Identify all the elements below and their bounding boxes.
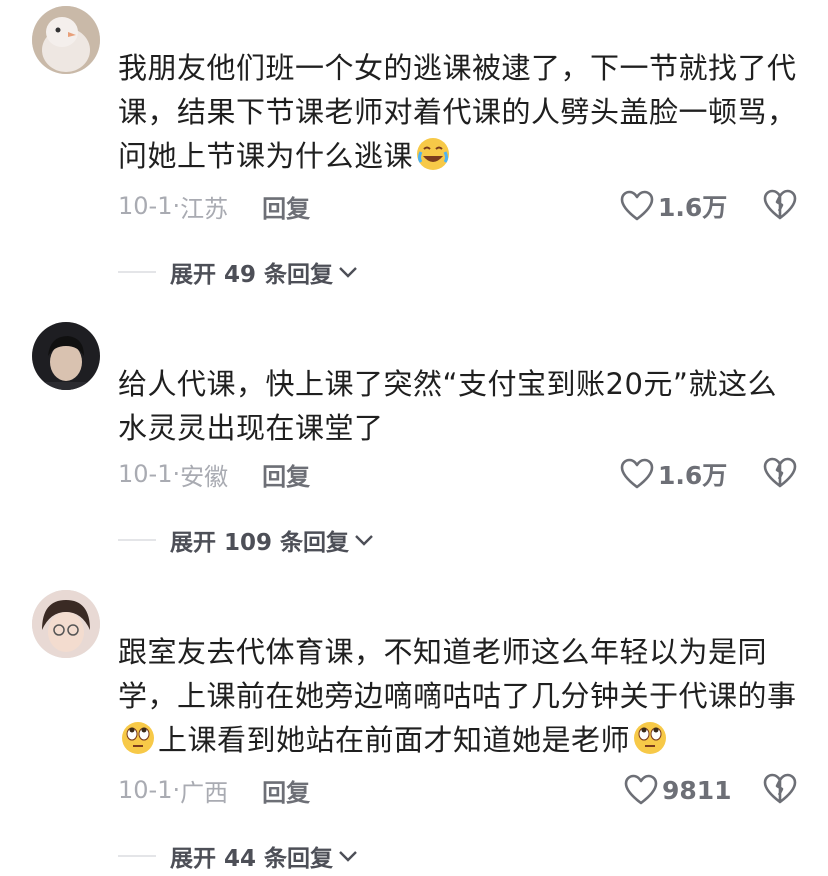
broken-heart-icon[interactable] bbox=[762, 188, 798, 222]
reply-button[interactable]: 回复 bbox=[262, 189, 310, 224]
comment-item: 我朋友他们班一个女的逃课被逮了，下一节就找了代课，结果下节课老师对着代课的人劈头… bbox=[0, 0, 828, 300]
comment-text: 我朋友他们班一个女的逃课被逮了，下一节就找了代课，结果下节课老师对着代课的人劈头… bbox=[118, 46, 798, 178]
chevron-down-icon bbox=[355, 535, 373, 546]
like-count: 1.6万 bbox=[658, 461, 728, 490]
divider-line bbox=[118, 271, 156, 273]
comment-date: 10-1· bbox=[118, 460, 181, 488]
avatar[interactable] bbox=[32, 590, 100, 658]
chevron-down-icon bbox=[339, 267, 357, 278]
comment-item: 给人代课，快上课了突然“支付宝到账20元”就这么水灵灵出现在课堂了 10-1· … bbox=[0, 300, 828, 580]
expand-replies-label: 展开 44 条回复 bbox=[170, 846, 334, 872]
expand-replies-button[interactable]: 展开 49 条回复 bbox=[118, 252, 359, 292]
like-count: 1.6万 bbox=[658, 193, 728, 222]
comment-text-body: 我朋友他们班一个女的逃课被逮了，下一节就找了代课，结果下节课老师对着代课的人劈头… bbox=[118, 51, 797, 173]
avatar[interactable] bbox=[32, 6, 100, 74]
expand-replies-button[interactable]: 展开 109 条回复 bbox=[118, 520, 375, 560]
heart-icon bbox=[620, 190, 654, 221]
comment-text: 给人代课，快上课了突然“支付宝到账20元”就这么水灵灵出现在课堂了 bbox=[118, 367, 777, 445]
comment-text: 跟室友去代体育课，不知道老师这么年轻以为是同学，上课前在她旁边嘀嘀咕咕了几分钟关… bbox=[118, 630, 798, 762]
broken-heart-icon[interactable] bbox=[762, 456, 798, 490]
heart-icon bbox=[620, 458, 654, 489]
comment-item: 跟室友去代体育课，不知道老师这么年轻以为是同学，上课前在她旁边嘀嘀咕咕了几分钟关… bbox=[0, 580, 828, 875]
comment-location: 广西 bbox=[180, 778, 229, 807]
comment-date: 10-1· bbox=[118, 776, 181, 804]
comment-meta: 10-1· 江苏 回复 bbox=[118, 186, 310, 226]
like-button[interactable]: 1.6万 bbox=[620, 186, 727, 226]
laughing-tears-emoji-icon bbox=[415, 136, 451, 172]
like-button[interactable]: 1.6万 bbox=[620, 454, 727, 494]
chevron-down-icon bbox=[339, 851, 357, 862]
comment-date: 10-1· bbox=[118, 192, 181, 220]
broken-heart-icon[interactable] bbox=[762, 772, 798, 806]
comment-meta: 10-1· 广西 回复 bbox=[118, 770, 310, 810]
avatar[interactable] bbox=[32, 322, 100, 390]
expand-replies-button[interactable]: 展开 44 条回复 bbox=[118, 836, 359, 876]
divider-line bbox=[118, 539, 156, 541]
expand-replies-label: 展开 109 条回复 bbox=[170, 530, 350, 556]
like-count: 9811 bbox=[662, 775, 732, 805]
heart-icon bbox=[624, 774, 658, 805]
rolling-eyes-emoji-icon bbox=[120, 720, 156, 756]
reply-button[interactable]: 回复 bbox=[262, 457, 310, 492]
comment-text-body: 上课看到她站在前面才知道她是老师 bbox=[158, 723, 631, 757]
comment-meta: 10-1· 安徽 回复 bbox=[118, 454, 310, 494]
like-button[interactable]: 9811 bbox=[624, 770, 732, 810]
comment-location: 江苏 bbox=[180, 194, 229, 223]
reply-button[interactable]: 回复 bbox=[262, 773, 310, 808]
comment-location: 安徽 bbox=[180, 462, 229, 491]
expand-replies-label: 展开 49 条回复 bbox=[170, 262, 334, 288]
divider-line bbox=[118, 855, 156, 857]
rolling-eyes-emoji-icon bbox=[632, 720, 668, 756]
comment-text-body: 跟室友去代体育课，不知道老师这么年轻以为是同学，上课前在她旁边嘀嘀咕咕了几分钟关… bbox=[118, 635, 797, 713]
